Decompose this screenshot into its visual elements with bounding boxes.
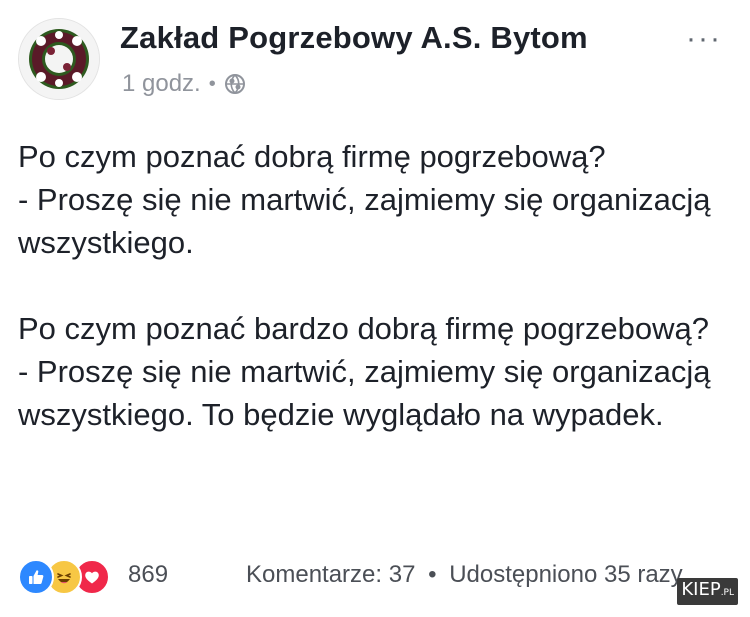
watermark-suffix: .PL: [720, 588, 734, 598]
watermark-logo: KIEP.PL: [677, 578, 738, 605]
more-options-button[interactable]: ···: [686, 22, 722, 56]
like-icon: [18, 559, 54, 595]
meta-separator: •: [208, 72, 216, 95]
post-meta: 1 godz. •: [122, 70, 246, 98]
funeral-wreath-icon: [19, 19, 99, 99]
shares-count-link[interactable]: Udostępniono 35 razy: [449, 561, 682, 588]
post-paragraph: Po czym poznać dobrą firmę pogrzebową? -…: [18, 139, 711, 260]
reaction-icons[interactable]: [18, 559, 110, 595]
post-text: Po czym poznać dobrą firmę pogrzebową? -…: [18, 135, 733, 436]
reactions-bar: 869 Komentarze: 37 • Udostępniono 35 raz…: [18, 557, 738, 597]
post-stats: Komentarze: 37 • Udostępniono 35 razy: [246, 561, 683, 589]
facebook-post: Zakład Pogrzebowy A.S. Bytom 1 godz. • ·…: [0, 0, 750, 617]
globe-icon: [224, 73, 246, 95]
page-avatar[interactable]: [18, 18, 100, 100]
page-name-link[interactable]: Zakład Pogrzebowy A.S. Bytom: [120, 20, 588, 56]
post-paragraph: Po czym poznać bardzo dobrą firmę pogrze…: [18, 311, 711, 432]
stats-separator: •: [428, 561, 437, 588]
post-timestamp[interactable]: 1 godz.: [122, 70, 201, 98]
comments-count-link[interactable]: Komentarze: 37: [246, 561, 415, 588]
reaction-count[interactable]: 869: [128, 561, 168, 589]
watermark-text: KIEP: [681, 579, 721, 600]
